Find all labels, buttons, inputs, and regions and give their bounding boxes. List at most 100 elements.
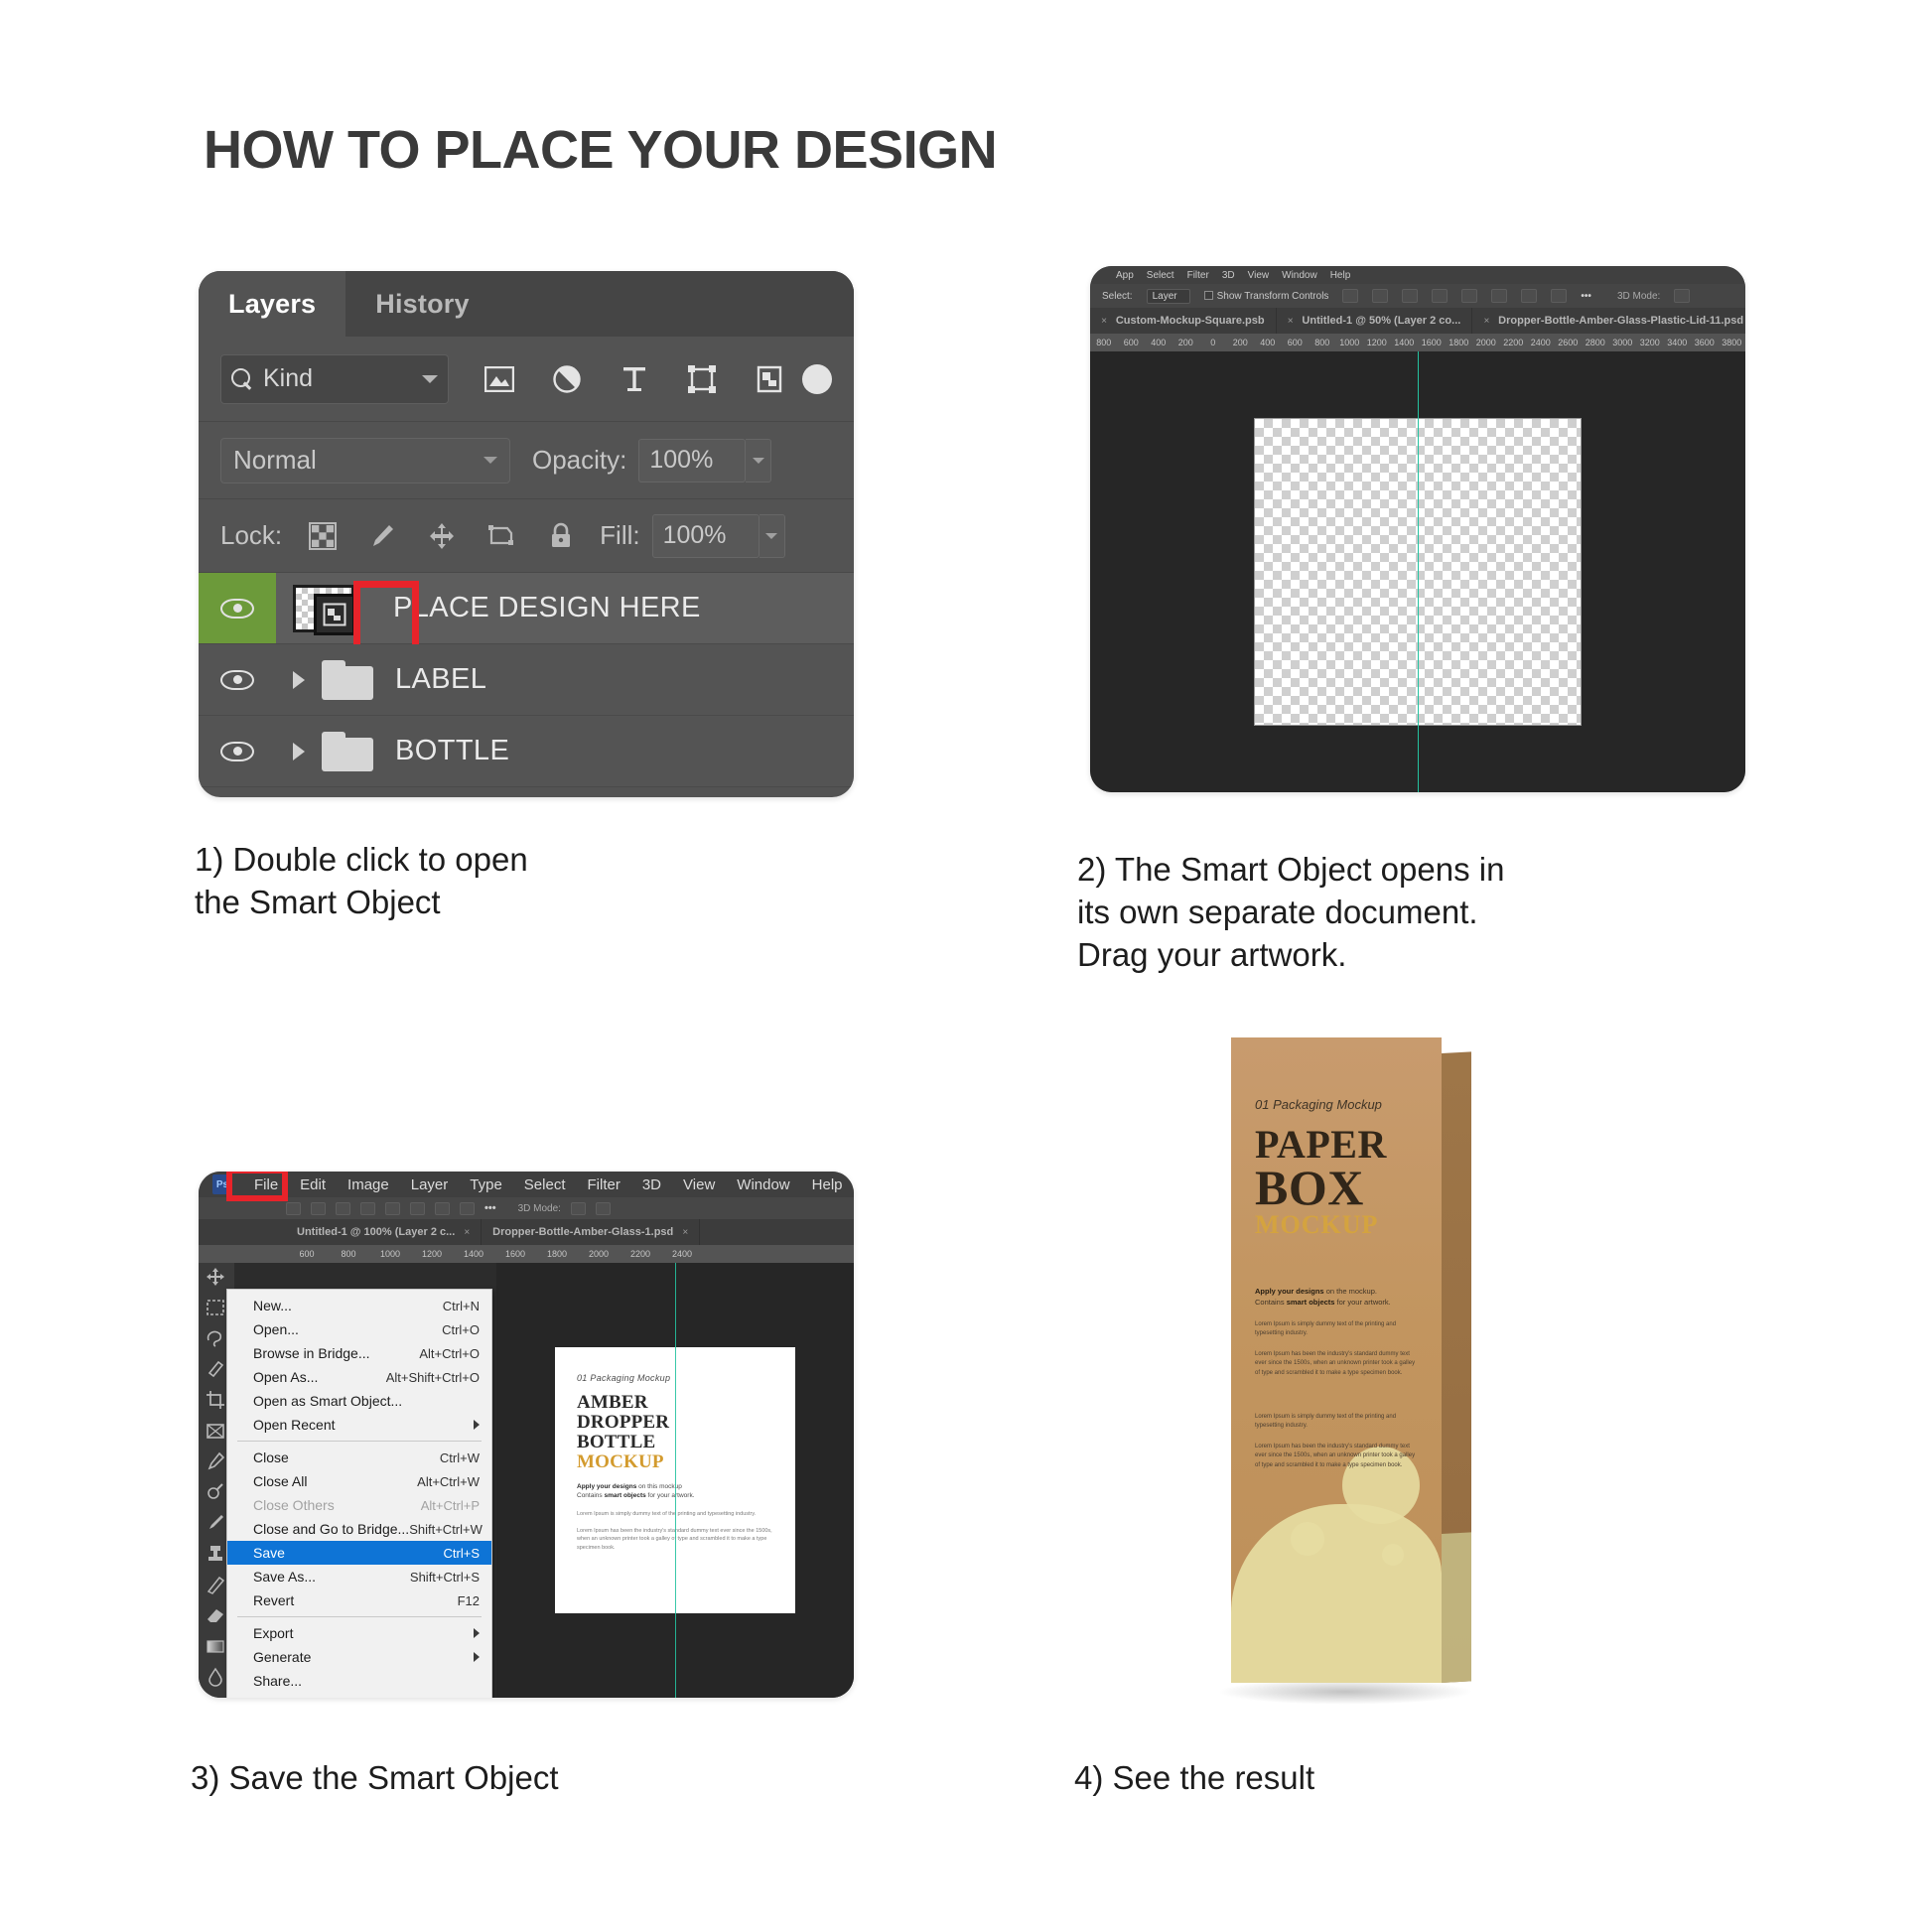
menu-help[interactable]: Help [812,1176,843,1193]
menu-item-browse-in-bridge[interactable]: Browse in Bridge... Alt+Ctrl+O [227,1341,491,1365]
menu-item-open[interactable]: Open... Ctrl+O [227,1317,491,1341]
smart-object-filter-icon[interactable] [753,362,786,396]
tab-history[interactable]: History [345,271,499,337]
distribute-center-button[interactable] [1491,289,1508,303]
distribute-2-button[interactable] [460,1201,475,1215]
adjustment-layer-icon[interactable] [550,362,584,396]
blend-mode-select[interactable]: Normal [220,437,510,483]
menu-item-open-as-smart-object[interactable]: Open as Smart Object... [227,1389,491,1413]
align-right-button[interactable] [1402,289,1419,303]
align-middle-button[interactable] [385,1201,400,1215]
frame-tool-icon[interactable] [206,1421,227,1443]
close-icon[interactable]: × [1288,316,1294,327]
align-center-h-button[interactable] [1372,289,1389,303]
3d-orbit-icon[interactable] [570,1201,586,1215]
layer-row-label[interactable]: LABEL [199,644,854,716]
menu-filter[interactable]: Filter [1187,270,1209,281]
menu-type[interactable]: Type [470,1176,502,1193]
select-target-dropdown[interactable]: Layer [1146,288,1190,304]
distribute-button[interactable] [435,1201,450,1215]
type-layer-icon[interactable] [618,362,651,396]
lock-artboard-icon[interactable] [484,519,518,553]
menu-item-open-recent[interactable]: Open Recent [227,1413,491,1437]
distribute-vertical-button[interactable] [1551,289,1568,303]
align-left-button[interactable] [1342,289,1359,303]
align-right-button[interactable] [336,1201,350,1215]
eyedropper-tool-icon[interactable] [206,1451,227,1473]
canvas-area[interactable] [1090,351,1745,792]
tab-layers[interactable]: Layers [199,271,346,337]
pixel-layer-icon[interactable] [483,362,516,396]
3d-orbit-icon[interactable] [1674,289,1691,303]
menu-image[interactable]: Image [347,1176,389,1193]
fill-stepper[interactable] [759,513,785,558]
menu-select[interactable]: Select [524,1176,566,1193]
menu-item-new[interactable]: New... Ctrl+N [227,1294,491,1317]
menu-item-share-on-behance[interactable]: Share on Behance... [227,1693,491,1698]
layer-row-place-design-here[interactable]: PLACE DESIGN HERE [199,573,854,654]
marquee-tool-icon[interactable] [206,1298,227,1319]
doc-tab-untitled-1[interactable]: Untitled-1 @ 100% (Layer 2 c... × [286,1219,483,1245]
lock-transparent-pixels-icon[interactable] [306,519,340,553]
menu-select[interactable]: Select [1147,270,1174,281]
lock-image-pixels-icon[interactable] [365,519,399,553]
show-transform-controls-checkbox[interactable]: Show Transform Controls [1203,290,1328,302]
opacity-stepper[interactable] [746,438,772,483]
close-icon[interactable]: × [464,1227,470,1238]
close-icon[interactable]: × [1101,316,1107,327]
more-options-icon[interactable]: ••• [1581,291,1591,302]
menu-view[interactable]: View [1248,270,1270,281]
menu-item-close-and-go-to-bridge[interactable]: Close and Go to Bridge... Shift+Ctrl+W [227,1517,491,1541]
lasso-tool-icon[interactable] [206,1328,227,1350]
blur-tool-icon[interactable] [206,1667,227,1689]
3d-roll-icon[interactable] [595,1201,611,1215]
filter-toggle-switch[interactable] [802,363,832,394]
group-expand-arrow[interactable] [276,742,322,760]
more-options-icon[interactable]: ••• [484,1202,496,1214]
close-icon[interactable]: × [1483,316,1489,327]
align-top-button[interactable] [360,1201,375,1215]
layer-visibility-toggle[interactable] [199,716,276,786]
menu-item-close[interactable]: Close Ctrl+W [227,1446,491,1469]
menu-item-save-as[interactable]: Save As... Shift+Ctrl+S [227,1565,491,1588]
menu-3d[interactable]: 3D [642,1176,661,1193]
align-bottom-button[interactable] [410,1201,425,1215]
layer-visibility-toggle[interactable] [199,573,276,643]
menu-help[interactable]: Help [1330,270,1351,281]
brush-tool-icon[interactable] [206,1513,227,1535]
align-center-h-button[interactable] [311,1201,326,1215]
distribute-right-button[interactable] [1521,289,1538,303]
doc-tab-custom-mockup-square[interactable]: × Custom-Mockup-Square.psb [1090,308,1277,334]
fill-input[interactable]: 100% [651,513,759,558]
opacity-input[interactable]: 100% [638,438,747,483]
menu-app[interactable]: App [1116,270,1134,281]
menu-edit[interactable]: Edit [300,1176,326,1193]
layer-visibility-toggle[interactable] [199,644,276,715]
lock-position-icon[interactable] [425,519,459,553]
quick-selection-tool-icon[interactable] [206,1359,227,1381]
align-left-button[interactable] [286,1201,301,1215]
lock-all-icon[interactable] [544,519,578,553]
clone-stamp-tool-icon[interactable] [206,1544,227,1566]
menu-filter[interactable]: Filter [588,1176,621,1193]
menu-item-export[interactable]: Export [227,1621,491,1645]
layer-row-bottle[interactable]: BOTTLE [199,716,854,787]
menu-view[interactable]: View [683,1176,715,1193]
menu-3d[interactable]: 3D [1222,270,1235,281]
canvas-area[interactable]: 01 Packaging Mockup AMBER DROPPER BOTTLE… [496,1263,854,1698]
healing-brush-tool-icon[interactable] [206,1482,227,1504]
menu-item-close-all[interactable]: Close All Alt+Ctrl+W [227,1469,491,1493]
menu-item-generate[interactable]: Generate [227,1645,491,1669]
close-icon[interactable]: × [682,1227,688,1238]
menu-window[interactable]: Window [1282,270,1317,281]
group-expand-arrow[interactable] [276,670,322,689]
crop-tool-icon[interactable] [206,1390,227,1412]
doc-tab-dropper-bottle[interactable]: Dropper-Bottle-Amber-Glass-1.psd × [482,1219,701,1245]
layer-thumbnail[interactable] [276,580,419,654]
align-top-button[interactable] [1432,289,1449,303]
gradient-tool-icon[interactable] [206,1636,227,1658]
doc-tab-dropper-bottle[interactable]: × Dropper-Bottle-Amber-Glass-Plastic-Lid… [1472,308,1745,334]
move-tool-icon[interactable] [206,1267,227,1289]
menu-item-revert[interactable]: Revert F12 [227,1588,491,1612]
history-brush-tool-icon[interactable] [206,1575,227,1596]
